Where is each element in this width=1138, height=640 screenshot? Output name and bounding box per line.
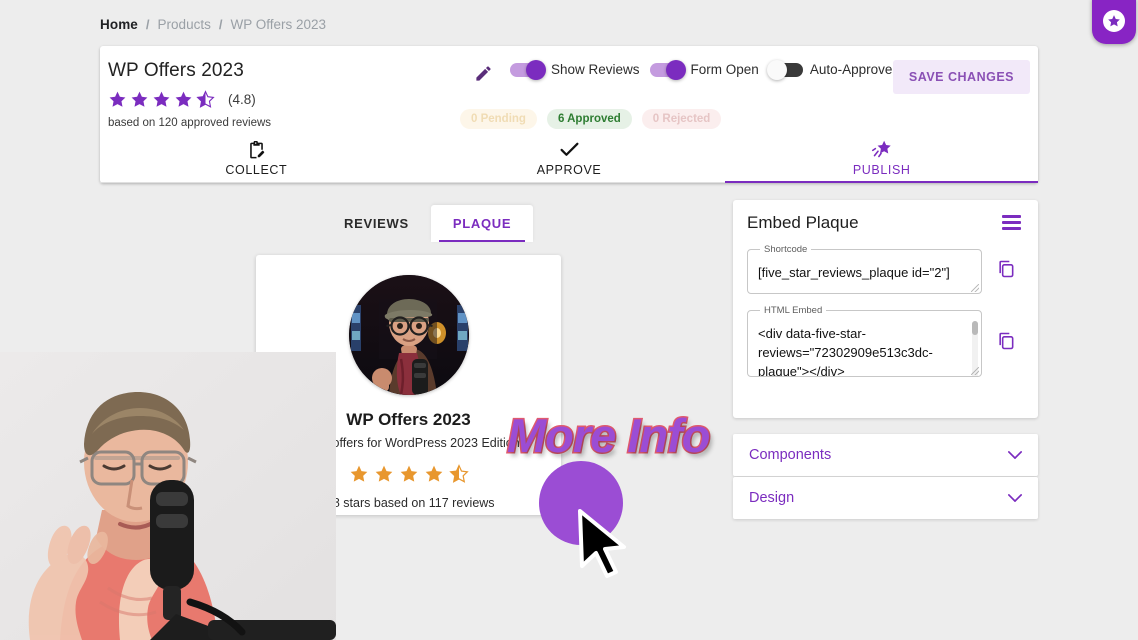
rating-value: (4.8)	[228, 92, 256, 107]
toggle-switch[interactable]	[766, 59, 803, 80]
breadcrumb-separator-2: /	[218, 17, 223, 32]
star-icon	[153, 91, 170, 107]
toggle-label: Auto-Approve	[809, 62, 893, 77]
status-badge-approved: 6 Approved	[546, 109, 632, 129]
shooting-star-icon	[871, 140, 892, 160]
shortcode-input[interactable]: Shortcode [five_star_reviews_plaque id="…	[747, 244, 982, 294]
pencil-icon[interactable]	[474, 64, 493, 88]
star-icon	[400, 465, 417, 482]
avatar	[348, 275, 469, 395]
star-icon	[425, 465, 442, 482]
toggle-form-open[interactable]: Form Open	[649, 59, 759, 80]
rating-stars	[108, 90, 215, 109]
shortcode-field-row: Shortcode [five_star_reviews_plaque id="…	[733, 244, 1038, 294]
plaque-review-count: 4.8 stars based on 117 reviews	[322, 496, 495, 510]
resize-grip[interactable]	[971, 367, 979, 375]
tab-collect-label: COLLECT	[225, 163, 288, 177]
clipboard-pencil-icon	[247, 140, 266, 160]
star-icon	[109, 91, 126, 107]
app-badge-button[interactable]	[1092, 0, 1136, 44]
embed-panel-header: Embed Plaque	[733, 200, 1038, 233]
star-icon	[375, 465, 392, 482]
tab-publish-label: PUBLISH	[852, 163, 911, 177]
accordion-design-label: Design	[749, 490, 795, 506]
star-icon	[175, 91, 192, 107]
html-embed-value: <div data-five-star-reviews="72302909e51…	[758, 326, 933, 377]
tab-publish[interactable]: PUBLISH	[725, 136, 1038, 183]
page-title: WP Offers 2023	[108, 60, 244, 81]
chevron-down-icon	[1008, 451, 1022, 459]
subtab-reviews[interactable]: REVIEWS	[322, 205, 431, 242]
arrow-cursor-icon	[576, 508, 632, 587]
callout-more-info: More Info	[505, 408, 711, 464]
copy-html-button[interactable]	[986, 331, 1026, 351]
accordion-design[interactable]: Design	[733, 477, 1038, 519]
star-icon	[350, 465, 367, 482]
status-badge-rejected: 0 Rejected	[641, 109, 722, 129]
tab-approve-label: APPROVE	[536, 163, 602, 177]
presenter-webcam-overlay	[0, 352, 336, 640]
status-badge-row: 0 Pending 6 Approved 0 Rejected	[460, 109, 722, 129]
status-badge-pending: 0 Pending	[460, 109, 537, 129]
hamburger-menu-icon[interactable]	[999, 212, 1024, 233]
breadcrumb-products[interactable]: Products	[158, 17, 211, 32]
breadcrumb-current: WP Offers 2023	[230, 17, 327, 32]
embed-panel-title: Embed Plaque	[747, 212, 859, 232]
breadcrumb: Home / Products / WP Offers 2023	[100, 17, 326, 32]
star-icon	[131, 91, 148, 107]
breadcrumb-home[interactable]: Home	[100, 17, 138, 32]
checkmark-icon	[559, 140, 580, 160]
html-embed-input[interactable]: HTML Embed <div data-five-star-reviews="…	[747, 305, 982, 377]
embed-plaque-panel: Embed Plaque Shortcode [five_star_review…	[733, 200, 1038, 418]
tab-approve[interactable]: APPROVE	[413, 136, 726, 182]
shortcode-value: [five_star_reviews_plaque id="2"]	[758, 265, 950, 280]
content-subtabs: REVIEWS PLAQUE	[322, 205, 534, 242]
copy-icon	[999, 332, 1014, 350]
toggle-auto-approve[interactable]: Auto-Approve	[766, 59, 893, 80]
html-embed-label: HTML Embed	[764, 305, 823, 316]
plaque-stars	[349, 464, 469, 484]
accordion-components[interactable]: Components	[733, 434, 1038, 476]
tab-collect[interactable]: COLLECT	[100, 136, 413, 182]
resize-grip[interactable]	[971, 284, 979, 292]
html-embed-field-row: HTML Embed <div data-five-star-reviews="…	[733, 305, 1038, 377]
star-badge-icon	[1103, 10, 1125, 32]
breadcrumb-separator-1: /	[145, 17, 150, 32]
accordion-components-label: Components	[749, 447, 832, 463]
toggle-switch[interactable]	[510, 59, 546, 80]
workflow-tabs: COLLECT APPROVE PUBLISH	[100, 136, 1038, 183]
copy-shortcode-button[interactable]	[986, 259, 1026, 279]
plaque-title: WP Offers 2023	[346, 410, 471, 429]
toggle-label: Form Open	[690, 62, 759, 77]
rating-subtitle: based on 120 approved reviews	[108, 117, 272, 129]
app-root: Home / Products / WP Offers 2023 WP Offe…	[0, 0, 1138, 640]
copy-icon	[999, 260, 1014, 278]
toggle-switch[interactable]	[649, 59, 686, 80]
toggle-label: Show Reviews	[551, 62, 640, 77]
rating-summary: (4.8)	[108, 90, 256, 109]
star-half-icon	[448, 464, 469, 483]
subtab-plaque[interactable]: PLAQUE	[430, 205, 534, 242]
product-header-card: WP Offers 2023 (4.8) based on 120 approv…	[100, 46, 1038, 183]
chevron-down-icon	[1008, 494, 1022, 502]
shortcode-label: Shortcode	[764, 244, 808, 255]
star-half-icon	[196, 90, 215, 108]
toggle-show-reviews[interactable]: Show Reviews	[510, 59, 640, 80]
toggle-group: Show Reviews Form Open Auto-Approve	[510, 59, 893, 80]
save-changes-button[interactable]: SAVE CHANGES	[892, 60, 1030, 94]
